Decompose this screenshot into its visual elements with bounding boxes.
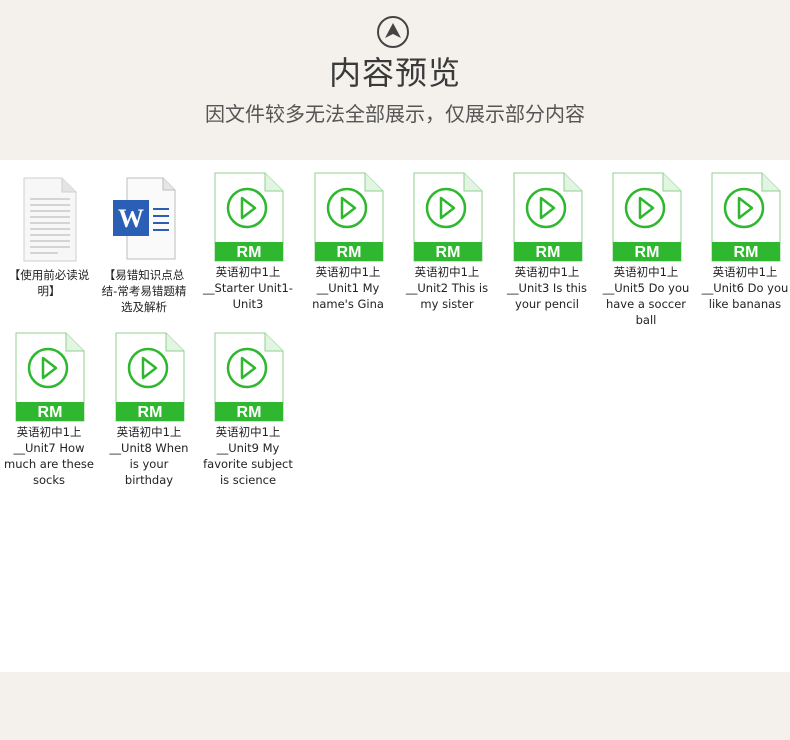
rm-media-file-icon: RM xyxy=(413,172,483,262)
file-label: 【使用前必读说明】 xyxy=(8,268,90,298)
file-label: 英语初中1上__Unit7 How much are these socks xyxy=(4,425,94,487)
rm-media-file-icon: RM xyxy=(115,332,185,422)
preview-header: 内容预览 因文件较多无法全部展示，仅展示部分内容 xyxy=(0,0,790,160)
rm-media-file-icon: RM xyxy=(314,172,384,262)
file-label: 英语初中1上__Unit1 My name's Gina xyxy=(312,265,384,311)
text-document-icon xyxy=(23,177,77,262)
page-footer xyxy=(0,672,790,740)
rm-media-file-icon: RM xyxy=(711,172,781,262)
file-grid: 【使用前必读说明】 W 【易错知识点总结-常考易错题精选及解析 RM 英语初中1… xyxy=(0,160,790,672)
svg-text:RM: RM xyxy=(734,244,759,261)
svg-text:RM: RM xyxy=(138,404,163,421)
file-label: 英语初中1上__Unit3 Is this your pencil xyxy=(507,265,587,311)
svg-text:RM: RM xyxy=(337,244,362,261)
svg-text:RM: RM xyxy=(237,244,262,261)
rm-media-file-icon: RM xyxy=(214,332,284,422)
file-label: 英语初中1上__Starter Unit1-Unit3 xyxy=(203,265,293,311)
word-document-icon: W xyxy=(113,177,176,260)
rm-media-file-icon: RM xyxy=(15,332,85,422)
svg-text:RM: RM xyxy=(38,404,63,421)
svg-text:W: W xyxy=(118,204,144,233)
svg-text:RM: RM xyxy=(436,244,461,261)
page-title: 内容预览 xyxy=(328,54,461,92)
file-label: 英语初中1上__Unit9 My favorite subject is sci… xyxy=(203,425,293,487)
svg-text:RM: RM xyxy=(536,244,561,261)
page-subtitle: 因文件较多无法全部展示，仅展示部分内容 xyxy=(205,102,585,126)
rm-media-file-icon: RM xyxy=(513,172,583,262)
svg-text:RM: RM xyxy=(635,244,660,261)
file-label: 【易错知识点总结-常考易错题精选及解析 xyxy=(101,268,187,314)
scroll-up-icon[interactable] xyxy=(376,15,410,49)
svg-text:RM: RM xyxy=(237,404,262,421)
file-label: 英语初中1上__Unit5 Do you have a soccer ball xyxy=(602,265,690,327)
rm-media-file-icon: RM xyxy=(612,172,682,262)
file-label: 英语初中1上__Unit2 This is my sister xyxy=(405,265,489,311)
file-label: 英语初中1上__Unit6 Do you like bananas xyxy=(701,265,789,311)
file-label: 英语初中1上__Unit8 When is your birthday xyxy=(109,425,189,487)
rm-media-file-icon: RM xyxy=(214,172,284,262)
